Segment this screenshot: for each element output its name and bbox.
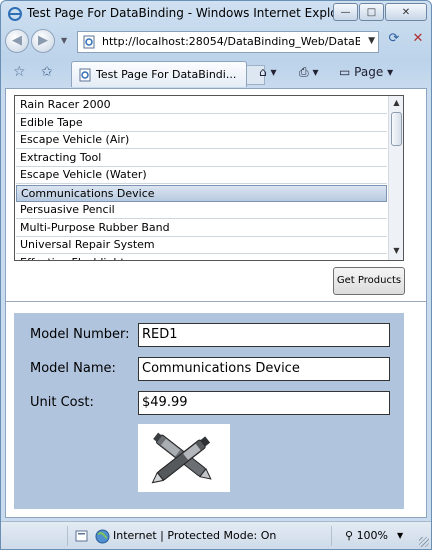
refresh-button[interactable]: ⟳ xyxy=(383,31,405,53)
navigation-bar: ◀ ▶ ▼ http://localhost:28054/DataBinding… xyxy=(1,27,431,57)
product-details-panel: Model Number: RED1 Model Name: Communica… xyxy=(14,313,404,509)
zoom-dropdown-icon[interactable]: ▼ xyxy=(397,531,403,540)
zoom-level[interactable]: ⚲ 100% xyxy=(345,529,388,542)
back-button[interactable]: ◀ xyxy=(5,29,29,53)
forward-arrow-icon: ▶ xyxy=(38,33,48,48)
unit-cost-label: Unit Cost: xyxy=(30,395,94,410)
browser-window: Test Page For DataBinding - Windows Inte… xyxy=(0,0,432,550)
grid-splitter[interactable] xyxy=(6,301,426,302)
products-listbox[interactable]: Rain Racer 2000 Edible Tape Escape Vehicle… xyxy=(14,95,404,261)
list-item[interactable]: Rain Racer 2000 xyxy=(16,97,387,114)
list-item[interactable]: Escape Vehicle (Air) xyxy=(16,132,387,149)
status-divider xyxy=(67,526,68,546)
page-content: Rain Racer 2000 Edible Tape Escape Vehicle… xyxy=(5,88,427,518)
unit-cost-field[interactable]: $49.99 xyxy=(138,391,390,415)
communications-device-image xyxy=(151,432,212,484)
listbox-scrollbar[interactable]: ▲ ▼ xyxy=(388,96,403,260)
globe-icon xyxy=(95,529,110,544)
address-dropdown-icon[interactable]: ▼ xyxy=(368,36,375,46)
title-bar: Test Page For DataBinding - Windows Inte… xyxy=(1,1,431,27)
scroll-thumb[interactable] xyxy=(391,112,402,146)
home-button[interactable]: ⌂ ▾ xyxy=(259,65,276,79)
page-menu-label: Page xyxy=(354,65,384,79)
list-item[interactable]: Edible Tape xyxy=(16,115,387,132)
command-bar: ☆ ✩ Test Page For DataBindi... ⌂ ▾ ⎙ ▾ ▭… xyxy=(1,57,431,87)
model-name-label: Model Name: xyxy=(30,361,116,376)
home-icon: ⌂ xyxy=(259,65,267,79)
home-dropdown-icon[interactable]: ▾ xyxy=(270,65,276,79)
status-bar: Internet | Protected Mode: On ⚲ 100% ▼ xyxy=(1,521,431,549)
magnifier-icon: ⚲ xyxy=(345,529,354,542)
zoom-value: 100% xyxy=(356,529,389,542)
add-favorites-icon[interactable]: ✩ xyxy=(41,64,53,80)
page-status-icon xyxy=(75,530,88,542)
scroll-up-icon[interactable]: ▲ xyxy=(391,98,402,110)
recent-pages-dropdown[interactable]: ▼ xyxy=(61,36,67,45)
back-arrow-icon: ◀ xyxy=(12,33,22,48)
favorites-star-icon[interactable]: ☆ xyxy=(13,64,26,80)
page-menu-icon: ▭ xyxy=(339,65,351,79)
list-item[interactable]: Communications Device xyxy=(16,184,387,202)
list-item[interactable]: Multi-Purpose Rubber Band xyxy=(16,220,387,237)
model-name-field[interactable]: Communications Device xyxy=(138,357,390,381)
product-image xyxy=(138,424,230,492)
maximize-button[interactable]: □ xyxy=(359,3,384,21)
window-controls: — □ ✕ xyxy=(332,3,427,21)
print-button[interactable]: ⎙ ▾ xyxy=(299,65,318,80)
page-icon xyxy=(83,35,95,49)
address-url[interactable]: http://localhost:28054/DataBinding_Web/D… xyxy=(102,35,360,48)
list-item[interactable]: Universal Repair System xyxy=(16,237,387,254)
tab-label: Test Page For DataBindi... xyxy=(96,68,237,81)
minimize-button[interactable]: — xyxy=(333,3,358,21)
tab-current[interactable]: Test Page For DataBindi... xyxy=(71,61,247,87)
scroll-down-icon[interactable]: ▼ xyxy=(391,246,402,258)
list-item[interactable]: Extracting Tool xyxy=(16,150,387,167)
tab-page-icon xyxy=(79,68,91,82)
internet-explorer-icon xyxy=(8,7,22,21)
model-number-field[interactable]: RED1 xyxy=(138,323,390,347)
window-title: Test Page For DataBinding - Windows Inte… xyxy=(27,6,355,20)
security-zone-text[interactable]: Internet | Protected Mode: On xyxy=(113,529,276,542)
get-products-button[interactable]: Get Products xyxy=(333,267,405,295)
model-number-label: Model Number: xyxy=(30,327,130,342)
page-dropdown-icon: ▾ xyxy=(387,65,394,79)
stop-button[interactable]: ✕ xyxy=(407,31,429,53)
print-dropdown-icon[interactable]: ▾ xyxy=(312,65,318,79)
list-item[interactable]: Escape Vehicle (Water) xyxy=(16,167,387,184)
forward-button[interactable]: ▶ xyxy=(31,29,55,53)
resize-grip[interactable] xyxy=(419,537,429,547)
close-button[interactable]: ✕ xyxy=(385,3,427,21)
address-bar[interactable]: http://localhost:28054/DataBinding_Web/D… xyxy=(77,31,379,53)
list-item[interactable]: Persuasive Pencil xyxy=(16,202,387,219)
status-divider xyxy=(331,526,332,546)
list-item[interactable]: Effective Flashlight xyxy=(16,255,387,261)
page-menu[interactable]: ▭ Page ▾ xyxy=(339,65,393,79)
printer-icon: ⎙ xyxy=(299,65,309,79)
